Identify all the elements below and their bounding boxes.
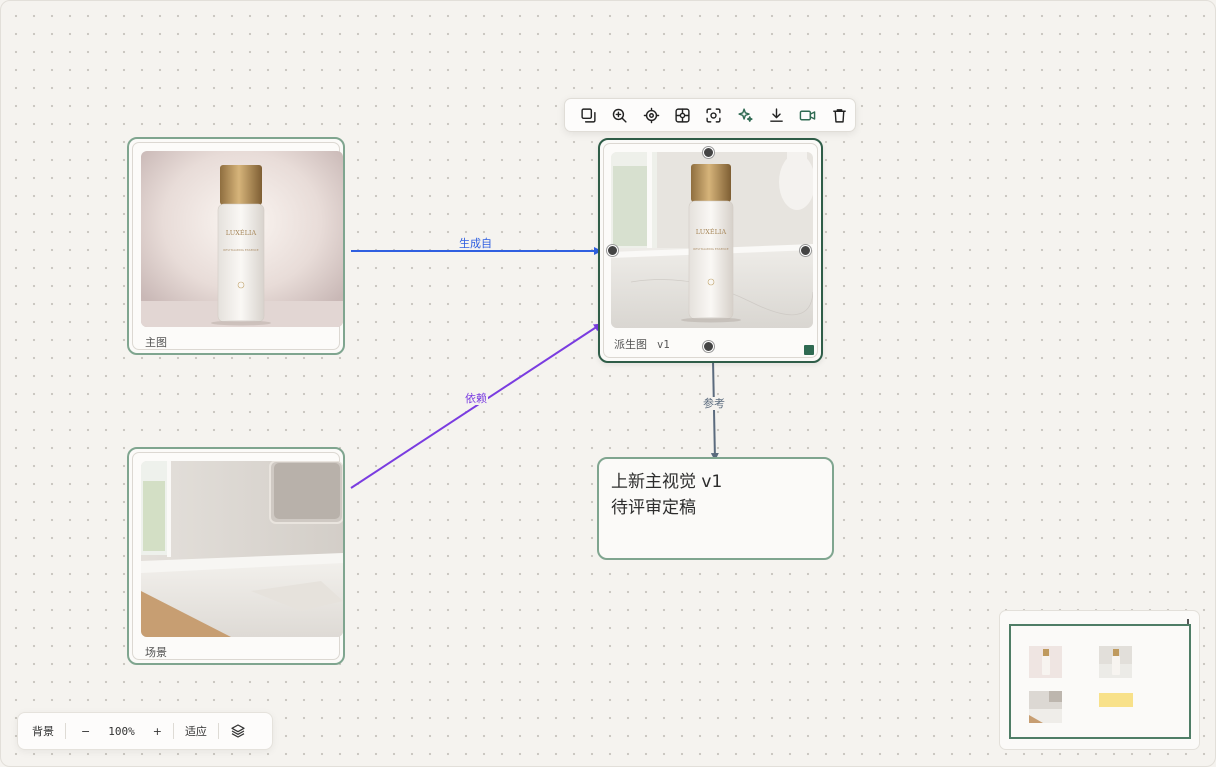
- edge-depends-on[interactable]: [350, 323, 602, 489]
- layers-icon[interactable]: [228, 723, 248, 739]
- status-indicator: [804, 345, 814, 355]
- product-brand-text: LUXÉLIA: [226, 228, 257, 237]
- connect-handle-left[interactable]: [607, 245, 618, 256]
- scan-icon[interactable]: [698, 101, 729, 129]
- node-scene-image[interactable]: 场景: [127, 447, 345, 665]
- zoom-in-icon[interactable]: [604, 101, 635, 129]
- version-tag: v1: [657, 339, 670, 351]
- node-derived-image[interactable]: LUXÉLIA REVITALIZING ESSENCE 派生图 v1: [598, 138, 823, 363]
- node-label-scene: 场景: [145, 646, 167, 659]
- minimap-thumb-derived: [1099, 646, 1132, 678]
- minimap-thumb-note: [1099, 693, 1133, 707]
- node-card: 场景: [132, 452, 343, 660]
- focus-frame-icon[interactable]: [667, 101, 698, 129]
- connect-handle-bottom[interactable]: [703, 341, 714, 352]
- edge-reference[interactable]: [710, 359, 719, 461]
- note-line-1: 上新主视觉 v1: [611, 472, 723, 492]
- node-card: LUXÉLIA REVITALIZING ESSENCE 派生图 v1: [603, 143, 818, 358]
- svg-text:REVITALIZING ESSENCE: REVITALIZING ESSENCE: [693, 247, 729, 251]
- background-button[interactable]: 背景: [30, 723, 56, 739]
- edge-label-depends-on: 依赖: [464, 392, 488, 405]
- minimap[interactable]: [999, 610, 1200, 750]
- node-card: LUXÉLIA REVITALIZING ESSENCE 主图: [132, 142, 343, 350]
- svg-text:LUXÉLIA: LUXÉLIA: [696, 227, 727, 236]
- video-icon[interactable]: [792, 101, 823, 129]
- trash-icon[interactable]: [824, 101, 855, 129]
- note-node[interactable]: 上新主视觉 v1 待评审定稿: [597, 457, 834, 560]
- edge-label-generated-from: 生成自: [458, 237, 493, 250]
- zoom-in-button[interactable]: +: [151, 725, 164, 738]
- node-label-main: 主图: [145, 336, 167, 349]
- svg-text:REVITALIZING ESSENCE: REVITALIZING ESSENCE: [223, 248, 259, 252]
- edge-label-reference: 参考: [702, 397, 726, 410]
- product-image: LUXÉLIA REVITALIZING ESSENCE: [141, 151, 343, 327]
- node-label-derived: 派生图 v1: [614, 338, 670, 351]
- node-toolbar: [564, 98, 856, 132]
- connect-handle-right[interactable]: [800, 245, 811, 256]
- node-main-image[interactable]: LUXÉLIA REVITALIZING ESSENCE 主图: [127, 137, 345, 355]
- minimap-thumb-main: [1029, 646, 1062, 678]
- fit-button[interactable]: 适应: [183, 723, 209, 739]
- canvas-controls: 背景 − 100% + 适应: [17, 712, 273, 750]
- locate-icon[interactable]: [636, 101, 667, 129]
- minimap-thumb-scene: [1029, 691, 1062, 723]
- download-icon[interactable]: [761, 101, 792, 129]
- divider: [65, 723, 66, 739]
- divider: [217, 723, 219, 739]
- derived-image: LUXÉLIA REVITALIZING ESSENCE: [611, 152, 813, 328]
- divider: [172, 723, 174, 739]
- scene-image: [141, 461, 343, 637]
- ai-sparkle-icon[interactable]: [730, 101, 761, 129]
- connect-handle-top[interactable]: [703, 147, 714, 158]
- zoom-out-button[interactable]: −: [79, 725, 92, 738]
- note-line-2: 待评审定稿: [611, 498, 696, 518]
- copy-icon[interactable]: [573, 101, 604, 129]
- zoom-level: 100%: [108, 724, 135, 738]
